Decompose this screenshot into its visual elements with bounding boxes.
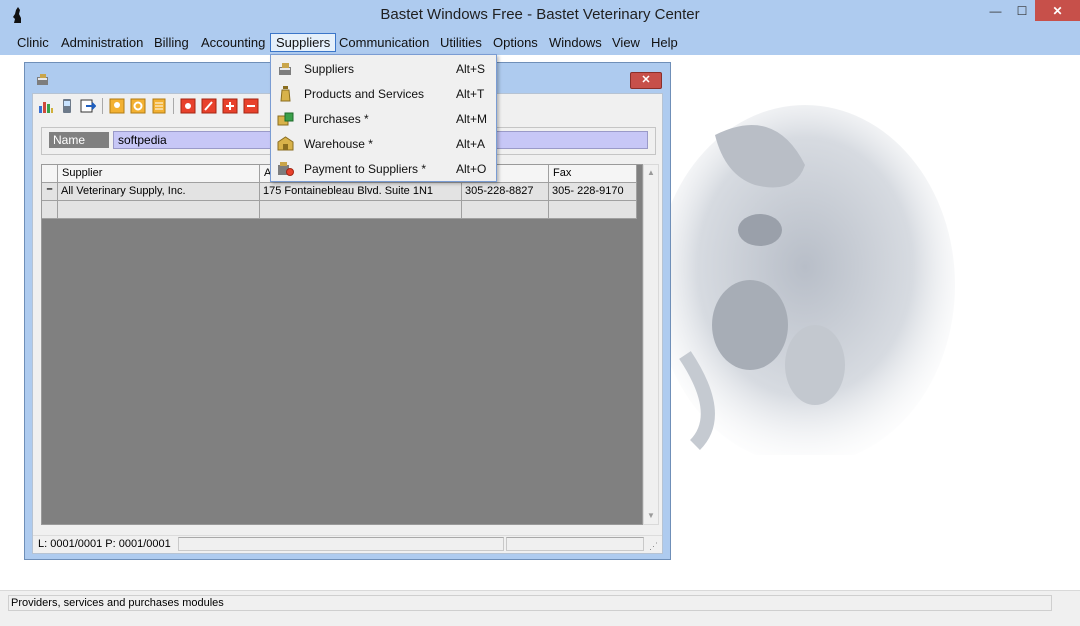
status-pane (506, 537, 644, 551)
child-close-button[interactable]: ✕ (630, 72, 662, 89)
row-indicator[interactable]: – (42, 183, 58, 201)
menu-suppliers[interactable]: Suppliers (270, 33, 337, 52)
column-header-fax[interactable]: Fax (549, 165, 637, 183)
menu-billing[interactable]: Billing (148, 34, 195, 53)
add-icon[interactable] (222, 98, 238, 114)
purchases-icon (277, 112, 294, 126)
menu-item-shortcut: Alt+A (456, 137, 486, 151)
suppliers-grid[interactable]: Supplier A Fax – All Veterinary Supply, … (41, 164, 643, 525)
cell-supplier[interactable] (58, 201, 260, 219)
menu-item-payment-to-suppliers[interactable]: Payment to Suppliers * Alt+O (272, 156, 495, 181)
menu-item-label: Products and Services (304, 87, 425, 101)
main-status-bar: Providers, services and purchases module… (0, 590, 1080, 626)
payment-icon (278, 162, 294, 176)
minimize-button[interactable]: — (982, 0, 1009, 21)
menu-help[interactable]: Help (645, 34, 684, 53)
menu-item-warehouse[interactable]: Warehouse * Alt+A (272, 131, 495, 156)
chart-icon[interactable] (38, 98, 54, 114)
status-pane (178, 537, 504, 551)
child-status-bar: L: 0001/0001 P: 0001/0001 ⋰ (33, 535, 662, 553)
toolbar-separator (173, 98, 174, 114)
menu-administration[interactable]: Administration (55, 34, 149, 53)
cell-phone[interactable]: 305-228-8827 (462, 183, 549, 201)
menu-view[interactable]: View (606, 34, 646, 53)
menu-options[interactable]: Options (487, 34, 544, 53)
supplier-icon (279, 63, 291, 75)
menu-item-shortcut: Alt+T (456, 87, 485, 101)
phone-icon[interactable] (59, 98, 75, 114)
menu-communication[interactable]: Communication (333, 34, 435, 53)
supplier-window-icon (37, 74, 48, 85)
resize-grip-icon[interactable]: ⋰ (649, 541, 659, 551)
cell-phone[interactable] (462, 201, 549, 219)
menu-item-shortcut: Alt+M (456, 112, 488, 126)
warehouse-icon (277, 136, 294, 151)
cell-fax[interactable] (549, 201, 637, 219)
suppliers-dropdown-menu: Suppliers Alt+S Products and Services Al… (270, 54, 497, 182)
cell-fax[interactable]: 305- 228-9170 (549, 183, 637, 201)
scroll-down-arrow-icon[interactable]: ▼ (644, 508, 658, 524)
record-position-text: L: 0001/0001 P: 0001/0001 (38, 538, 171, 550)
name-label: Name (49, 132, 109, 148)
cell-supplier[interactable]: All Veterinary Supply, Inc. (58, 183, 260, 201)
remove-icon[interactable] (243, 98, 259, 114)
menu-item-purchases[interactable]: Purchases * Alt+M (272, 106, 495, 131)
settings-icon[interactable] (130, 98, 146, 114)
pug-background-image (655, 105, 955, 455)
record-icon[interactable] (180, 98, 196, 114)
notes-icon[interactable] (151, 98, 167, 114)
status-text: Providers, services and purchases module… (11, 597, 224, 609)
menu-utilities[interactable]: Utilities (434, 34, 488, 53)
menu-item-shortcut: Alt+S (456, 62, 486, 76)
cell-address[interactable]: 175 Fontainebleau Blvd. Suite 1N1 (260, 183, 462, 201)
menu-item-label: Purchases * (304, 112, 369, 126)
menu-accounting[interactable]: Accounting (195, 34, 271, 53)
maximize-button[interactable]: ☐ (1009, 0, 1035, 21)
menu-clinic[interactable]: Clinic (11, 34, 55, 53)
menu-windows[interactable]: Windows (543, 34, 608, 53)
export-icon[interactable] (80, 98, 96, 114)
vertical-scrollbar[interactable]: ▲ ▼ (643, 164, 659, 525)
menu-bar: Clinic Administration Billing Accounting… (0, 31, 1080, 55)
column-header-supplier[interactable]: Supplier (58, 165, 260, 183)
window-title: Bastet Windows Free - Bastet Veterinary … (380, 6, 700, 23)
cell-address[interactable] (260, 201, 462, 219)
menu-item-suppliers[interactable]: Suppliers Alt+S (272, 56, 495, 81)
close-button[interactable]: ✕ (1035, 0, 1080, 21)
edit-icon[interactable] (201, 98, 217, 114)
title-bar: Bastet Windows Free - Bastet Veterinary … (0, 0, 1080, 31)
menu-item-label: Warehouse * (304, 137, 373, 151)
row-indicator[interactable] (42, 201, 58, 219)
scroll-up-arrow-icon[interactable]: ▲ (644, 165, 658, 181)
menu-item-label: Suppliers (304, 62, 355, 76)
bottle-icon (280, 86, 291, 102)
award-icon[interactable] (109, 98, 125, 114)
menu-item-label: Payment to Suppliers * (304, 162, 427, 176)
menu-item-shortcut: Alt+O (456, 162, 487, 176)
toolbar-separator (102, 98, 103, 114)
grid-corner-header (42, 165, 58, 183)
menu-item-products-and-services[interactable]: Products and Services Alt+T (272, 81, 495, 106)
